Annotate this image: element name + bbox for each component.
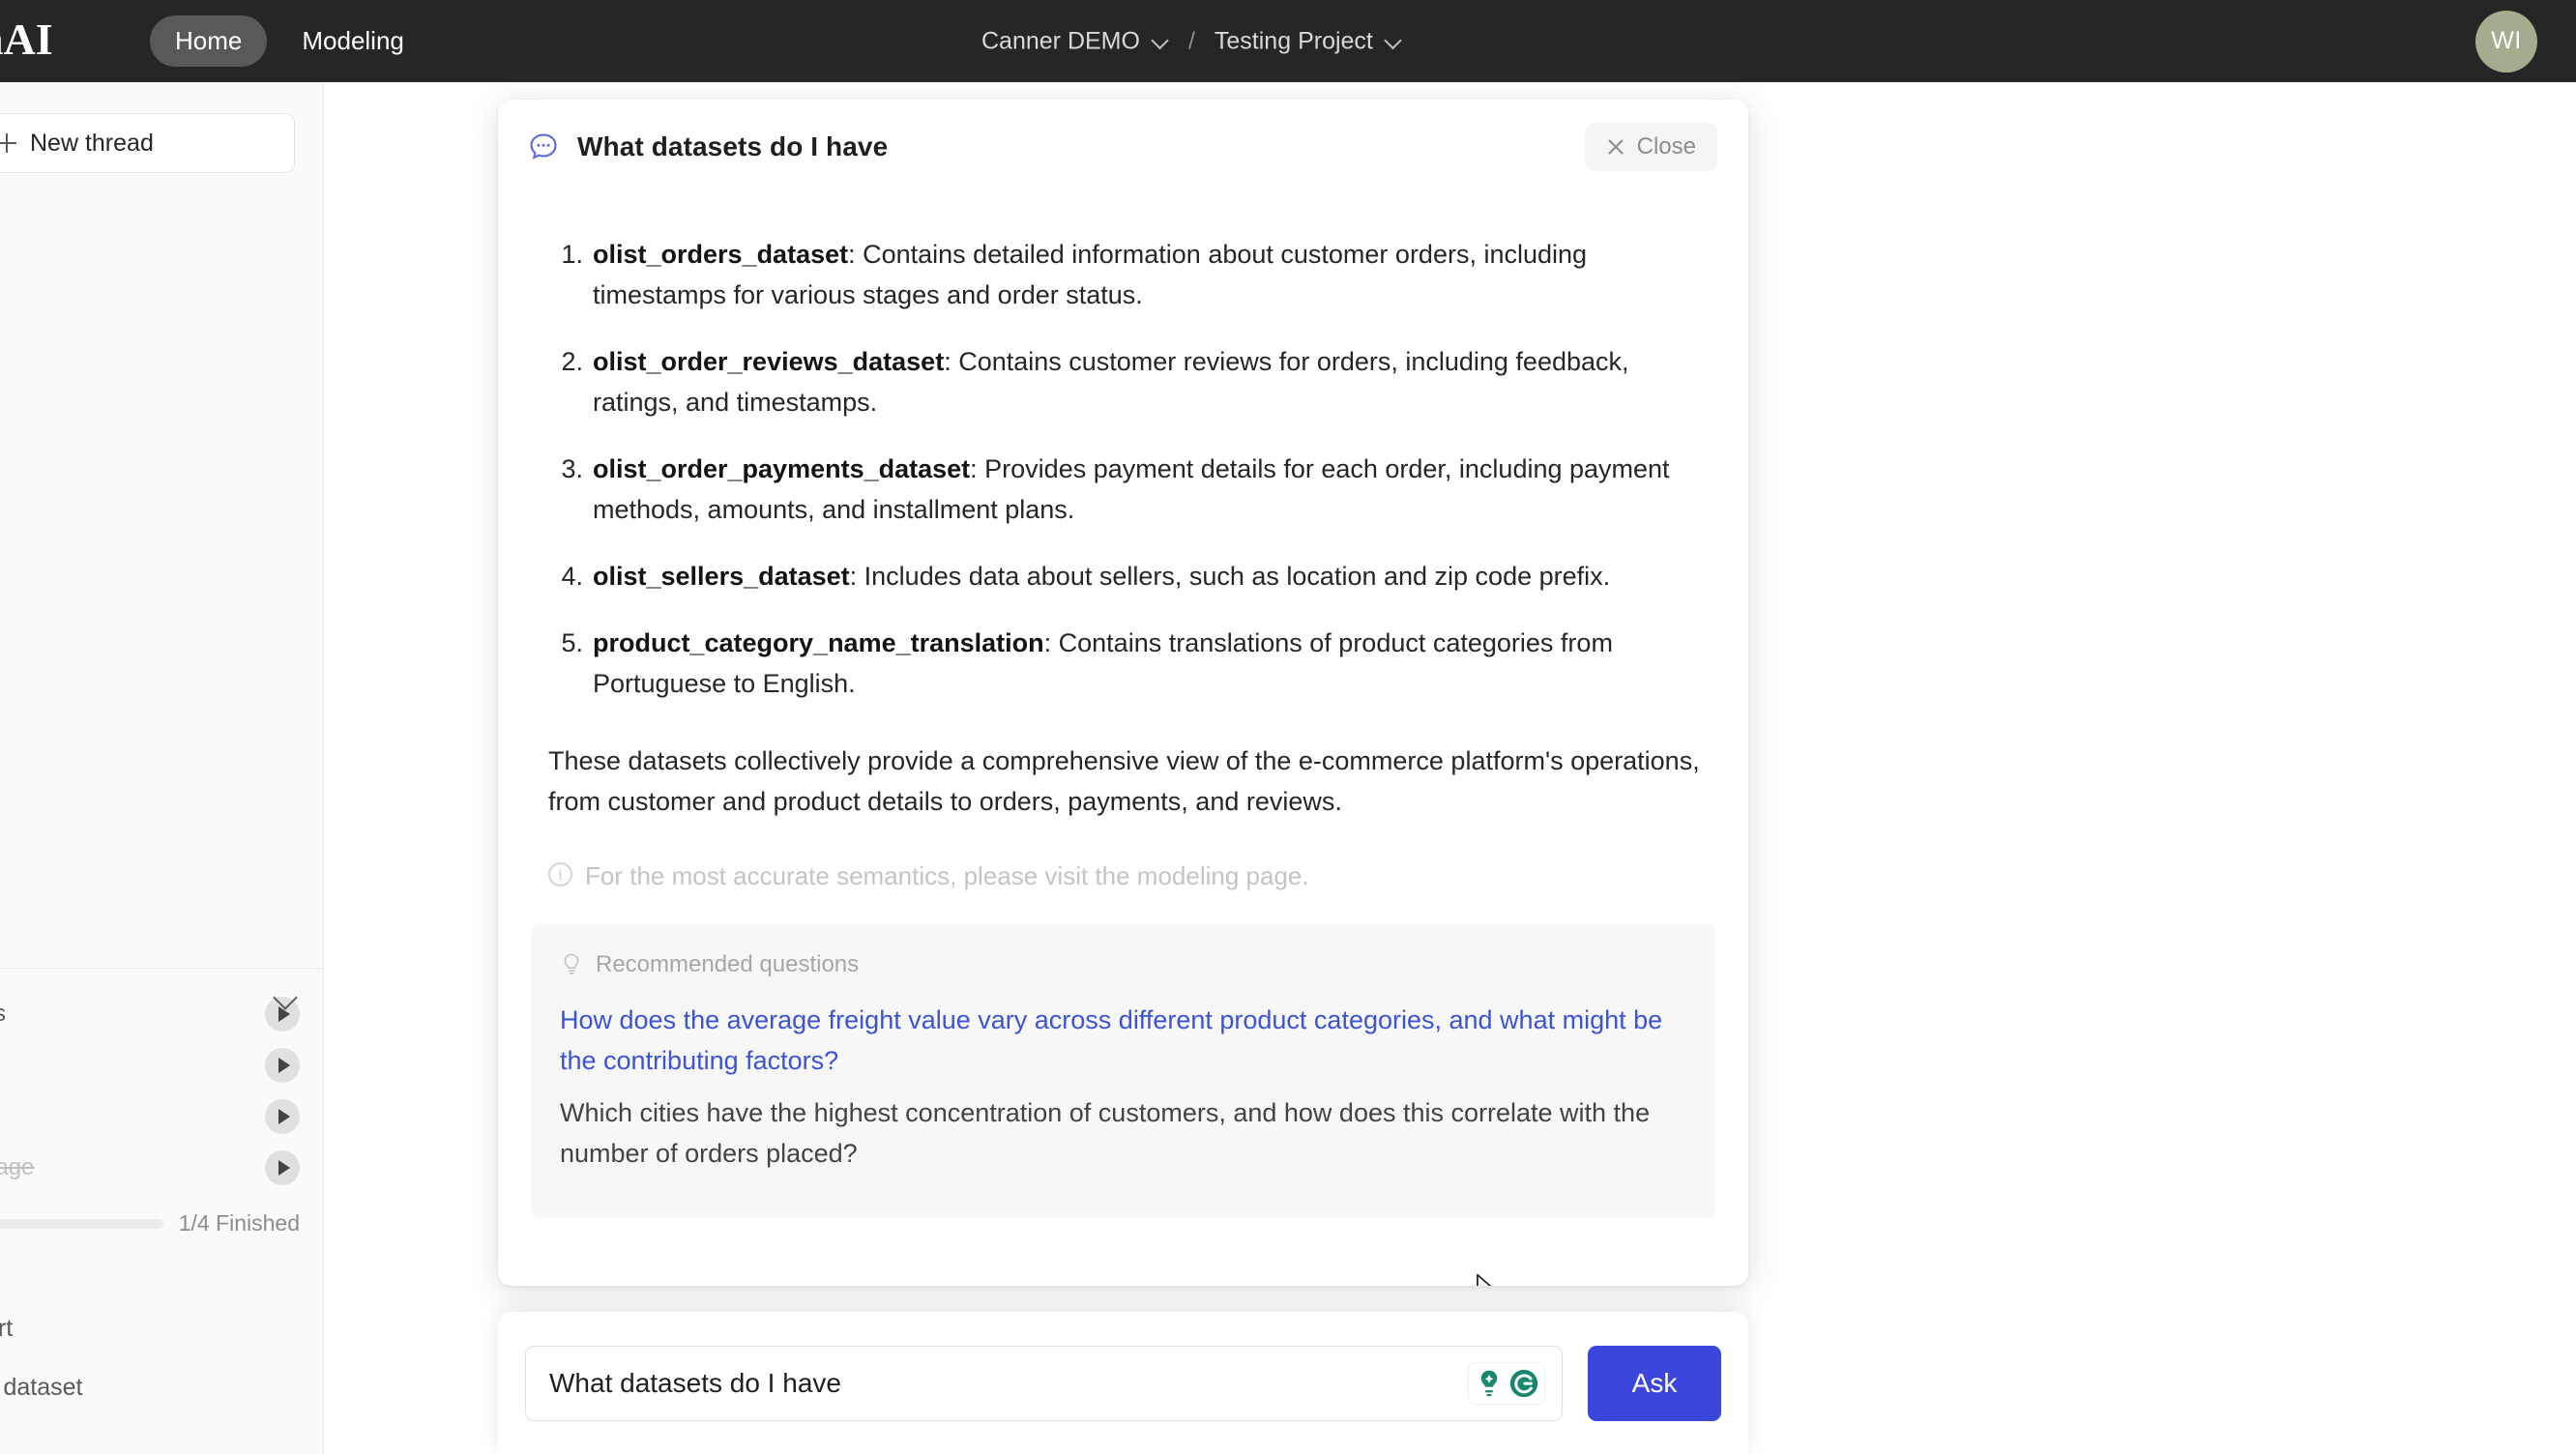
nav-tab-modeling[interactable]: Modeling xyxy=(277,15,429,67)
grammarly-badge[interactable] xyxy=(1468,1361,1545,1405)
progress-label: 1/4 Finished xyxy=(178,1210,300,1236)
modeling-hint: i For the most accurate semantics, pleas… xyxy=(548,858,1712,893)
checklist-item[interactable]: uage xyxy=(0,1147,323,1189)
answer-modal: What datasets do I have Close product ID… xyxy=(498,100,1748,1286)
dataset-name: product_category_name_translation xyxy=(593,628,1044,657)
play-icon[interactable] xyxy=(265,1099,300,1134)
recommended-questions-label: Recommended questions xyxy=(596,951,860,977)
sidebar: New thread lts uage 1/4 Finished ort s d… xyxy=(0,82,324,1454)
dataset-description: : Includes data about sellers, such as l… xyxy=(849,562,1611,591)
list-item: olist_orders_dataset: Contains detailed … xyxy=(548,234,1712,315)
play-icon[interactable] xyxy=(265,1048,300,1083)
modal-body[interactable]: product ID, price, and seller informatio… xyxy=(498,193,1748,1286)
dataset-name: olist_sellers_dataset xyxy=(593,562,850,591)
ask-button[interactable]: Ask xyxy=(1588,1345,1721,1421)
sidebar-item-dataset[interactable]: s dataset xyxy=(0,1358,323,1417)
list-item: product_category_name_translation: Conta… xyxy=(548,623,1712,704)
app-logo[interactable]: nAI xyxy=(0,14,53,65)
recommended-questions-header: Recommended questions xyxy=(560,951,1686,978)
checklist-item[interactable] xyxy=(0,1044,323,1087)
new-thread-label: New thread xyxy=(30,129,154,157)
recommended-question[interactable]: How does the average freight value vary … xyxy=(560,1000,1686,1081)
nav-tabs: Home Modeling xyxy=(150,15,429,67)
message-bubble-icon xyxy=(530,132,557,160)
ask-input[interactable] xyxy=(525,1345,1563,1421)
breadcrumb-separator: / xyxy=(1187,27,1195,54)
modeling-hint-text: For the most accurate semantics, please … xyxy=(585,861,1309,890)
grammarly-suggestion-icon xyxy=(1480,1370,1498,1396)
ask-bar: Ask xyxy=(498,1312,1748,1454)
avatar[interactable]: WI xyxy=(2475,10,2537,73)
ask-input-wrapper xyxy=(525,1345,1563,1421)
recommended-questions-panel: Recommended questions How does the avera… xyxy=(531,924,1715,1218)
play-icon[interactable] xyxy=(265,1150,300,1185)
list-item: olist_order_reviews_dataset: Contains cu… xyxy=(548,341,1712,422)
mouse-cursor xyxy=(1477,1273,1492,1286)
sidebar-item-support[interactable]: ort xyxy=(0,1299,323,1358)
breadcrumb-project-label: Testing Project xyxy=(1214,27,1373,54)
close-icon xyxy=(1606,137,1625,157)
modal-header: What datasets do I have Close xyxy=(498,100,1748,193)
info-icon: i xyxy=(548,862,572,887)
list-item: olist_sellers_dataset: Includes data abo… xyxy=(548,556,1712,596)
clipped-previous-line: product ID, price, and seller informatio… xyxy=(593,193,1712,197)
dataset-name: olist_order_payments_dataset xyxy=(593,454,971,483)
breadcrumb-project-selector[interactable]: Testing Project xyxy=(1215,27,1402,55)
checklist-progress: 1/4 Finished xyxy=(0,1210,323,1236)
grammarly-logo-icon xyxy=(1509,1369,1538,1397)
checklist-item-label: lts xyxy=(0,1001,265,1028)
nav-tab-home[interactable]: Home xyxy=(150,15,268,67)
close-label: Close xyxy=(1636,133,1696,160)
checklist-item-label: uage xyxy=(0,1154,35,1180)
chevron-down-icon[interactable] xyxy=(271,982,300,1011)
plus-icon xyxy=(0,133,16,153)
close-button[interactable]: Close xyxy=(1584,123,1717,171)
sidebar-bottom-links: ort s dataset xyxy=(0,1299,323,1417)
dataset-list: olist_orders_dataset: Contains detailed … xyxy=(548,234,1712,704)
dataset-name: olist_order_reviews_dataset xyxy=(593,347,945,376)
recommended-question[interactable]: Which cities have the highest concentrat… xyxy=(560,1092,1686,1174)
new-thread-button[interactable]: New thread xyxy=(0,113,295,173)
breadcrumb-org-selector[interactable]: Canner DEMO xyxy=(981,27,1169,55)
checklist-item[interactable] xyxy=(0,1095,323,1138)
breadcrumb: Canner DEMO / Testing Project xyxy=(981,27,1402,55)
breadcrumb-org-label: Canner DEMO xyxy=(981,27,1140,54)
dataset-name: olist_orders_dataset xyxy=(593,240,849,269)
summary-paragraph: These datasets collectively provide a co… xyxy=(548,746,1700,816)
modal-title: What datasets do I have xyxy=(577,131,889,161)
top-navigation-bar: nAI Home Modeling Canner DEMO / Testing … xyxy=(0,0,2576,82)
progress-bar xyxy=(0,1218,163,1229)
lightbulb-icon xyxy=(564,953,579,974)
chevron-down-icon xyxy=(1152,33,1169,50)
onboarding-checklist: lts uage 1/4 Finished xyxy=(0,968,323,1246)
chevron-down-icon xyxy=(1385,33,1402,50)
list-item: olist_order_payments_dataset: Provides p… xyxy=(548,449,1712,530)
